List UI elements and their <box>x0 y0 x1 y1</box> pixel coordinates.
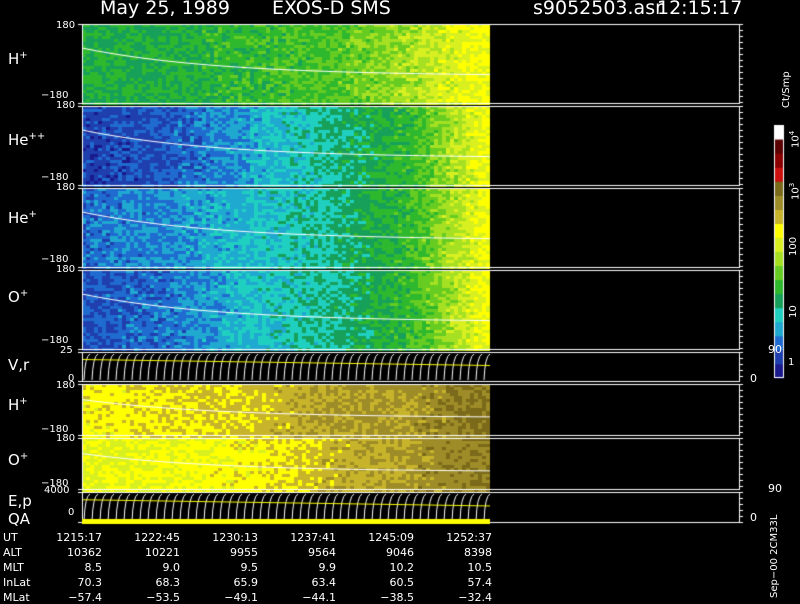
y-tick: 180 <box>56 380 76 391</box>
right-tick: 90 <box>768 343 782 356</box>
coord-value: 60.5 <box>389 576 415 589</box>
coord-row-label: InLat <box>3 576 31 589</box>
coord-value: 9955 <box>230 546 258 559</box>
header-time: 12:15:17 <box>657 0 743 19</box>
colorbar-tick-10000: 104 <box>788 130 800 148</box>
coord-value: −49.1 <box>224 591 258 604</box>
colorbar-tick-1: 1 <box>788 357 795 368</box>
coord-value: 10.2 <box>389 561 415 574</box>
panel-label-he-plus: He+ <box>8 209 37 227</box>
coord-value: 8398 <box>464 546 492 559</box>
coord-value: 1230:13 <box>212 531 258 544</box>
y-tick: 180 <box>56 182 76 193</box>
coord-value: 1222:45 <box>134 531 180 544</box>
colorbar-units: Ct/Smp <box>781 71 792 108</box>
panel-label-o-plus: O+ <box>8 288 29 306</box>
coord-row-label: MLT <box>3 561 24 574</box>
coord-value: 10362 <box>67 546 102 559</box>
panel-label-he-plusplus: He++ <box>8 131 46 149</box>
coord-value: 57.4 <box>467 576 493 589</box>
coord-value: 65.9 <box>233 576 259 589</box>
coord-value: −44.1 <box>302 591 336 604</box>
coord-value: 10.5 <box>467 561 493 574</box>
panel-label-h-plus: H+ <box>8 50 28 68</box>
colorbar-tick-10: 10 <box>788 305 799 318</box>
panel-label-h-plus-2: H+ <box>8 396 28 414</box>
coord-value: 9.9 <box>318 561 337 574</box>
y-tick: 180 <box>56 100 76 111</box>
coord-value: −57.4 <box>68 591 102 604</box>
coord-value: −53.5 <box>146 591 180 604</box>
coord-value: 8.5 <box>84 561 103 574</box>
coord-value: 9.5 <box>240 561 259 574</box>
y-tick: 180 <box>56 433 76 444</box>
colorbar-tick-1000: 103 <box>788 182 800 200</box>
coord-value: 9046 <box>386 546 414 559</box>
panel-label-vr: V,r <box>8 356 30 374</box>
coord-value: 1252:37 <box>446 531 492 544</box>
panel-label-ep: E,p <box>8 492 32 510</box>
y-tick: 180 <box>56 20 76 31</box>
coord-value: 70.3 <box>77 576 103 589</box>
header-file: s9052503.asr <box>533 0 663 19</box>
y-tick: 4000 <box>44 485 70 496</box>
panel-label-qa: QA <box>8 510 31 528</box>
right-tick: 0 <box>750 511 757 524</box>
header-instrument: EXOS-D SMS <box>272 0 391 19</box>
coord-row-label: MLat <box>3 591 30 604</box>
header-date: May 25, 1989 <box>100 0 230 19</box>
y-tick: 0 <box>68 507 75 518</box>
coord-row-label: UT <box>3 531 18 544</box>
coord-value: 68.3 <box>155 576 181 589</box>
coord-value: 9.0 <box>162 561 181 574</box>
y-tick: 25 <box>60 345 73 356</box>
coord-value: 9564 <box>308 546 336 559</box>
colorbar-tick-100: 100 <box>788 236 799 256</box>
coord-value: −38.5 <box>380 591 414 604</box>
right-tick: 90 <box>768 482 782 495</box>
coord-value: 10221 <box>145 546 180 559</box>
right-tick: 0 <box>750 372 757 385</box>
coord-value: 1215:17 <box>56 531 102 544</box>
y-tick: 180 <box>56 264 76 275</box>
coord-row-label: ALT <box>3 546 22 559</box>
version-label: Sep−00 2CM33L <box>769 514 780 598</box>
spectrogram-canvas <box>0 0 800 600</box>
coord-value: 63.4 <box>311 576 337 589</box>
panel-label-o-plus-2: O+ <box>8 451 29 469</box>
coord-value: 1245:09 <box>368 531 414 544</box>
coord-value: 1237:41 <box>290 531 336 544</box>
coord-value: −32.4 <box>458 591 492 604</box>
